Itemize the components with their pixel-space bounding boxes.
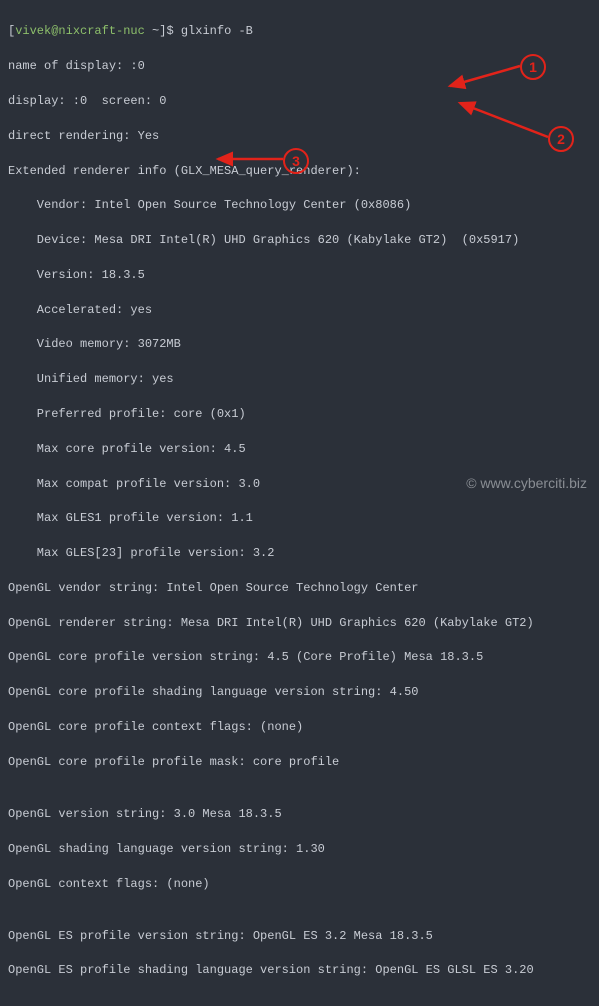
out-line: OpenGL renderer string: Mesa DRI Intel(R…	[8, 615, 591, 632]
out-line: OpenGL core profile shading language ver…	[8, 684, 591, 701]
out-line: OpenGL core profile profile mask: core p…	[8, 754, 591, 771]
out-line: OpenGL context flags: (none)	[8, 876, 591, 893]
out-line: OpenGL shading language version string: …	[8, 841, 591, 858]
out-line: OpenGL ES profile version string: OpenGL…	[8, 928, 591, 945]
out-line: Max GLES[23] profile version: 3.2	[8, 545, 591, 562]
out-line: OpenGL core profile context flags: (none…	[8, 719, 591, 736]
out-line: OpenGL version string: 3.0 Mesa 18.3.5	[8, 806, 591, 823]
annotation-arrow-3	[0, 0, 599, 503]
out-line: Max GLES1 profile version: 1.1	[8, 510, 591, 527]
out-line: OpenGL ES profile shading language versi…	[8, 962, 591, 979]
out-line: OpenGL vendor string: Intel Open Source …	[8, 580, 591, 597]
watermark-text: © www.cyberciti.biz	[466, 473, 587, 493]
out-line: OpenGL core profile version string: 4.5 …	[8, 649, 591, 666]
